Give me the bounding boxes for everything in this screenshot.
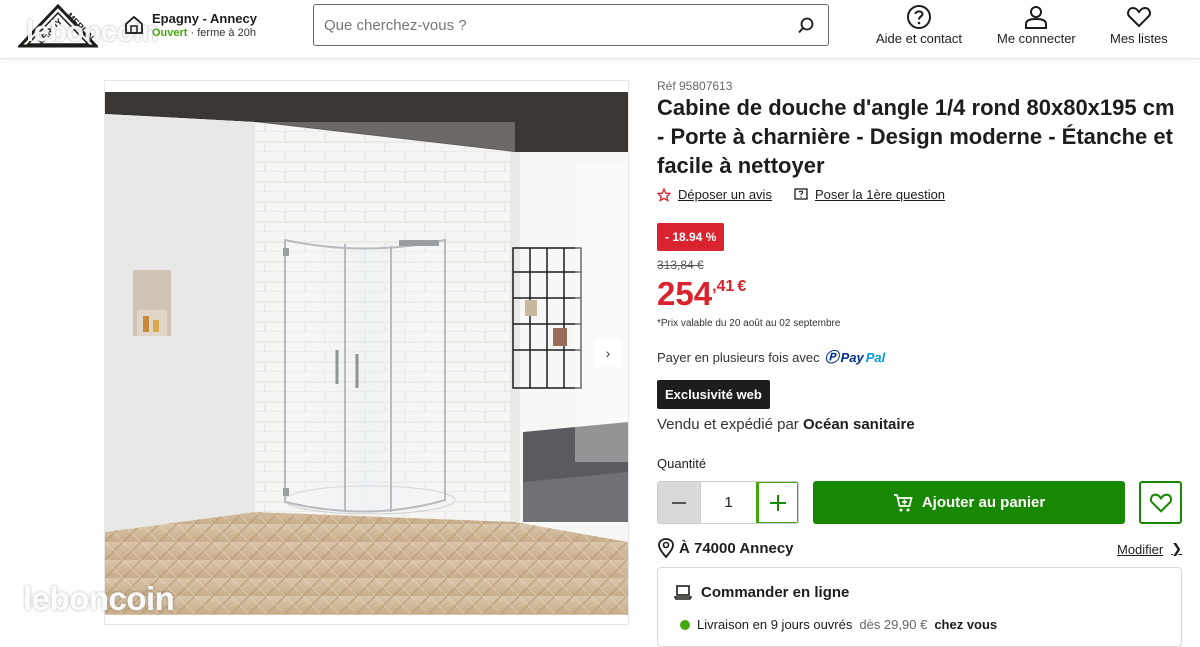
watermark-leboncoin: leboncoin [23,580,175,617]
nav-lists[interactable]: Mes listes [1110,4,1168,46]
product-gallery: › [104,80,629,625]
search-bar [313,4,829,46]
payment-options: Payer en plusieurs fois avec Ⓟ Pay Pal [657,347,885,367]
paypal-logo: Ⓟ Pay Pal [825,347,886,367]
web-exclusive-badge: Exclusivité web [657,380,770,409]
help-icon [907,5,931,29]
store-selector[interactable]: Epagny - Annecy Ouvert · ferme à 20h [124,11,257,40]
delivery-where: chez vous [934,617,998,632]
paypal-pay-text: Pay [840,349,864,365]
star-icon [657,187,671,202]
delivery-text: Livraison en 9 jours ouvrés [697,617,853,632]
review-link[interactable]: Déposer un avis [657,187,772,202]
add-to-cart-label: Ajouter au panier [921,494,1046,511]
quantity-input[interactable] [700,482,758,523]
question-link[interactable]: Poser la 1ère question [794,187,945,202]
online-order-header: Commander en ligne [674,583,849,601]
product-title: Cabine de douche d'angle 1/4 rond 80x80x… [657,95,1175,178]
paypal-pal-text: Pal [865,349,886,365]
heart-icon [1149,493,1172,513]
store-name: Epagny - Annecy [152,11,257,26]
store-closing: · ferme à 20h [190,27,256,39]
chevron-right-icon: › [605,345,611,361]
question-icon [794,187,808,200]
quantity-increase-button[interactable] [758,482,798,523]
product-reference: Réf 95807613 [657,79,733,93]
nav-help-label: Aide et contact [876,31,962,46]
delivery-price: dès 29,90 € [859,617,928,632]
quantity-label: Quantité [657,456,707,471]
location-pin-icon [658,538,674,558]
price-validity: *Prix valable du 20 août au 02 septembre [657,318,841,329]
old-price: 313,84 € [657,258,704,272]
user-icon [1025,6,1048,29]
current-price: 254 ,41 € [657,274,746,314]
review-link-label: Déposer un avis [678,187,772,202]
seller-name[interactable]: Océan sanitaire [803,416,915,433]
modify-location-link[interactable]: Modifier ❯ [1117,541,1182,557]
price-decimals: ,41 [712,278,735,295]
pay-text: Payer en plusieurs fois avec [657,349,820,365]
discount-badge: - 18.94 % [657,223,725,251]
delivery-info: Livraison en 9 jours ouvrés dès 29,90 € … [680,617,997,632]
heart-icon [1126,6,1151,28]
delivery-location: À 74000 Annecy [657,538,794,558]
store-status: Ouvert [152,27,188,39]
seller-info: Vendu et expédié par Océan sanitaire [657,416,915,433]
modify-label: Modifier [1117,541,1164,557]
chevron-right-icon: ❯ [1171,541,1183,556]
site-header: LEROY MERLIN leboncoin Epagny - Annecy O… [0,0,1200,59]
store-icon [125,15,143,34]
add-to-list-button[interactable] [1139,481,1182,524]
online-order-panel: Commander en ligne Livraison en 9 jours … [657,567,1182,647]
nav-lists-label: Mes listes [1110,31,1168,46]
search-icon[interactable] [796,16,816,36]
nav-help-contact[interactable]: Aide et contact [876,4,962,46]
plus-icon [770,494,786,511]
laptop-icon [674,585,692,600]
minus-icon [672,501,686,504]
quantity-decrease-button[interactable] [658,482,700,523]
price-integer: 254 [657,275,713,312]
gallery-next-button[interactable]: › [594,339,622,367]
quantity-stepper [657,481,799,524]
add-to-cart-button[interactable]: Ajouter au panier [813,481,1125,524]
cart-icon [893,493,913,511]
online-order-title: Commander en ligne [701,583,850,601]
product-actions: Déposer un avis Poser la 1ère question [657,187,945,202]
nav-login-label: Me connecter [997,31,1076,46]
question-link-label: Poser la 1ère question [814,187,946,202]
search-input[interactable] [324,14,774,36]
product-photo[interactable] [105,92,628,615]
store-hours: Ouvert · ferme à 20h [152,27,257,40]
availability-dot [680,619,690,630]
price-currency: € [737,278,747,295]
nav-login[interactable]: Me connecter [997,4,1076,46]
seller-prefix: Vendu et expédié par [657,416,799,433]
location-label: À 74000 Annecy [679,539,794,557]
paypal-icon: Ⓟ [824,349,839,365]
